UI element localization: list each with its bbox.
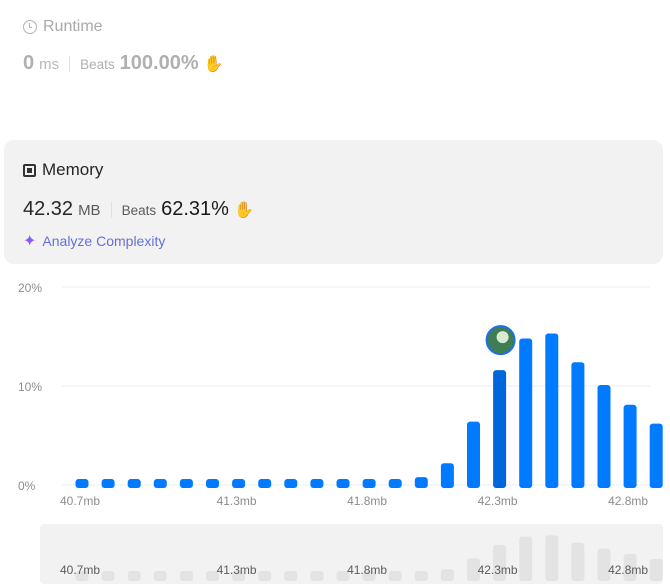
histogram-bar[interactable] xyxy=(232,479,246,488)
avatar-detail xyxy=(496,331,509,344)
minimap-bar xyxy=(519,536,533,581)
minimap-bar xyxy=(153,571,167,581)
x-tick-label: 42.3mb xyxy=(478,494,518,508)
histogram-bar[interactable] xyxy=(414,477,428,488)
minimap-bar xyxy=(258,571,272,581)
histogram-bar[interactable] xyxy=(336,479,350,488)
y-tick-label: 0% xyxy=(18,479,36,493)
minimap-bar xyxy=(414,571,428,581)
histogram-bar[interactable] xyxy=(571,362,585,488)
minimap-tick-label: 41.3mb xyxy=(217,563,257,577)
minimap-bar xyxy=(440,569,454,581)
histogram-bar[interactable] xyxy=(597,385,611,488)
histogram-bar[interactable] xyxy=(75,479,89,488)
histogram-bar[interactable] xyxy=(310,479,324,488)
histogram-bar[interactable] xyxy=(153,479,167,488)
histogram-bar[interactable] xyxy=(623,404,637,488)
histogram-bar[interactable] xyxy=(493,370,507,488)
minimap-bar xyxy=(284,571,298,581)
histogram-bar[interactable] xyxy=(649,423,663,488)
histogram-bar[interactable] xyxy=(206,479,219,488)
minimap-bar xyxy=(127,571,141,581)
y-tick-label: 20% xyxy=(18,281,42,295)
histogram-bar[interactable] xyxy=(101,479,115,488)
y-tick-label: 10% xyxy=(18,380,42,394)
histogram-bar[interactable] xyxy=(179,479,193,488)
histogram-bar[interactable] xyxy=(284,479,298,488)
minimap-bar xyxy=(388,571,402,581)
minimap-bar xyxy=(571,542,585,581)
histogram-bar[interactable] xyxy=(258,479,272,488)
x-tick-label: 41.3mb xyxy=(217,494,257,508)
histogram-bar[interactable] xyxy=(388,479,402,488)
minimap-tick-label: 42.8mb xyxy=(608,563,648,577)
minimap-bar xyxy=(649,558,663,581)
histogram-bar[interactable] xyxy=(545,333,559,488)
x-tick-label: 40.7mb xyxy=(60,494,100,508)
histogram-bar[interactable] xyxy=(440,463,454,488)
minimap-tick-label: 41.8mb xyxy=(347,563,387,577)
minimap-bar xyxy=(179,571,193,581)
histogram-bar[interactable] xyxy=(519,338,533,488)
x-tick-label: 42.8mb xyxy=(608,494,648,508)
histogram-bar[interactable] xyxy=(362,479,376,488)
minimap-bar xyxy=(310,571,324,581)
memory-distribution-chart[interactable]: 0% 10% 20% 40.7mb 41.3mb 41.8mb 42.3mb 42.8mb 40… xyxy=(0,0,670,584)
x-tick-label: 41.8mb xyxy=(347,494,387,508)
minimap-tick-label: 40.7mb xyxy=(60,563,100,577)
histogram-bar[interactable] xyxy=(467,421,480,488)
minimap-tick-label: 42.3mb xyxy=(478,563,518,577)
minimap-bar xyxy=(545,535,559,581)
minimap-bar xyxy=(101,571,115,581)
histogram-bar[interactable] xyxy=(127,479,141,488)
